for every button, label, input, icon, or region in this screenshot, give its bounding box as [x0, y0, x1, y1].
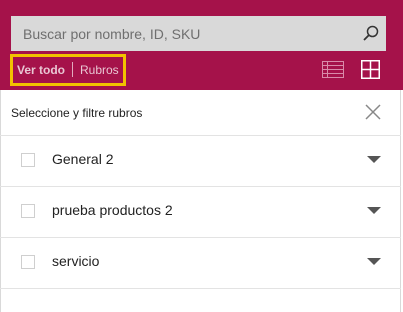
category-label: General 2: [52, 151, 114, 167]
tab-rubros[interactable]: Rubros: [80, 63, 119, 77]
category-checkbox[interactable]: [21, 204, 35, 218]
chevron-down-icon[interactable]: [367, 207, 381, 214]
tab-divider: [72, 62, 73, 77]
category-label: servicio: [52, 253, 100, 269]
header-bar: Ver todo Rubros: [0, 0, 403, 90]
tab-ver-todo[interactable]: Ver todo: [17, 63, 65, 77]
category-checkbox[interactable]: [21, 255, 35, 269]
close-icon[interactable]: [365, 104, 381, 120]
category-label: prueba productos 2: [52, 202, 173, 218]
chevron-down-icon[interactable]: [367, 258, 381, 265]
filter-bar: Seleccione y filtre rubros: [0, 90, 401, 136]
list-view-icon[interactable]: [322, 61, 344, 78]
filter-title: Seleccione y filtre rubros: [11, 106, 143, 120]
category-row[interactable]: servicio: [0, 238, 401, 289]
category-row[interactable]: General 2: [0, 136, 401, 187]
chevron-down-icon[interactable]: [367, 156, 381, 163]
search-input[interactable]: [11, 16, 386, 51]
search-icon[interactable]: [362, 24, 380, 42]
category-row[interactable]: prueba productos 2: [0, 187, 401, 238]
category-checkbox[interactable]: [21, 153, 35, 167]
grid-view-icon[interactable]: [361, 60, 380, 79]
